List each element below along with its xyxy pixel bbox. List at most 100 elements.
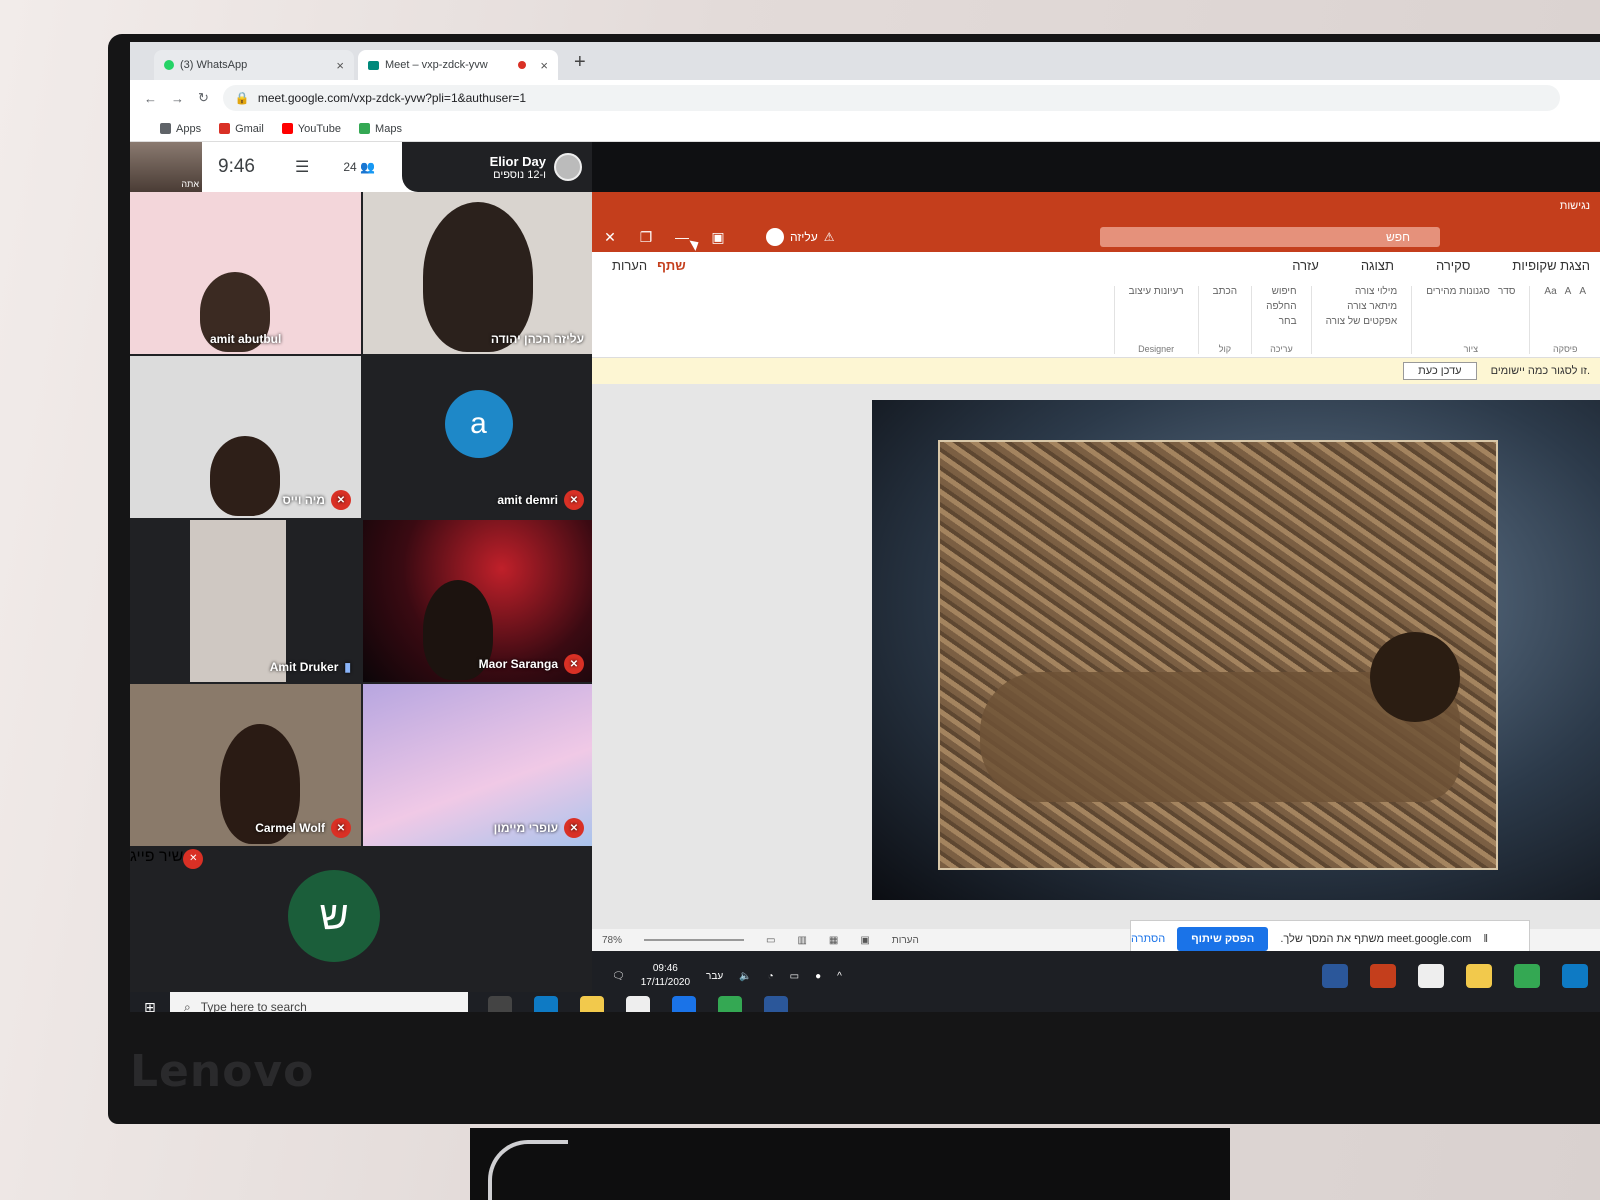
find-button[interactable]: חיפוש [1266, 286, 1297, 297]
file-explorer-icon[interactable] [1466, 964, 1492, 988]
language-indicator[interactable]: עבר [706, 971, 723, 982]
tab-help[interactable]: עזרה [1292, 258, 1319, 273]
shape-outline-button[interactable]: מיתאר צורה [1326, 301, 1397, 312]
participant-tile[interactable]: עופרי מיימון ✕ [363, 684, 594, 846]
update-now-button[interactable]: עדכן כעת [1403, 362, 1477, 380]
forward-icon[interactable]: → [171, 91, 184, 106]
participant-tile[interactable]: Amit Druker ▮ [130, 520, 361, 682]
taskbar-search-input[interactable]: ⌕ Type here to search [170, 992, 468, 1012]
bookmark-apps[interactable]: Apps [160, 123, 201, 135]
participant-tile-large[interactable]: ש שיר פייג ✕ [130, 848, 594, 1010]
photo-head [1370, 632, 1460, 722]
sorter-view-icon[interactable]: ▦ [829, 935, 838, 946]
stop-sharing-button[interactable]: הפסק שיתוף [1177, 927, 1269, 951]
participant-label: עופרי מיימון ✕ [494, 818, 584, 838]
back-icon[interactable]: ← [144, 91, 157, 106]
chrome-icon[interactable] [718, 996, 742, 1012]
participant-name: Amit Druker [269, 660, 339, 674]
tab-meet[interactable]: Meet – vxp-zdck-yvw × [358, 50, 558, 80]
tab-review[interactable]: סקירה [1436, 258, 1470, 273]
bookmark-gmail[interactable]: Gmail [219, 123, 264, 135]
tab-view[interactable]: תצוגה [1361, 258, 1394, 273]
mic-off-icon: ✕ [564, 654, 584, 674]
font-color-button[interactable]: A [1579, 286, 1586, 297]
select-button[interactable]: בחר [1266, 316, 1297, 327]
ribbon-group-paragraph: A A Aa פיסקה [1529, 286, 1600, 354]
search-placeholder: Type here to search [200, 1000, 307, 1012]
shape-fill-button[interactable]: מילוי צורה [1326, 286, 1397, 297]
close-icon[interactable]: ✕ [592, 229, 628, 246]
participants-button[interactable]: 24 👥 [343, 160, 375, 174]
close-tab-icon[interactable]: × [336, 58, 344, 73]
store-icon[interactable] [626, 996, 650, 1012]
participant-label: עליזה הכהן יהודה [491, 332, 584, 346]
participant-name: amit demri [497, 493, 558, 507]
taskbar-clock[interactable]: 09:46 17/11/2020 [641, 962, 690, 990]
tab-whatsapp[interactable]: (3) WhatsApp × [154, 50, 354, 80]
normal-view-icon[interactable]: ▣ [860, 935, 869, 946]
monitor-stand [470, 1128, 1230, 1200]
powerpoint-icon[interactable] [1370, 964, 1396, 988]
new-tab-button[interactable]: + [574, 51, 586, 74]
windows-start-icon[interactable]: ⊞ [130, 999, 170, 1013]
zoom-level[interactable]: 78% [602, 935, 622, 946]
tab-label: Meet – vxp-zdck-yvw [385, 59, 488, 71]
store-icon[interactable] [1418, 964, 1444, 988]
chat-icon[interactable]: ☰ [295, 157, 309, 177]
close-tab-icon[interactable]: × [540, 58, 548, 73]
hide-button[interactable]: הסתרה [1131, 933, 1165, 945]
shape-effects-button[interactable]: אפקטים של צורה [1326, 316, 1398, 327]
edge-icon[interactable] [534, 996, 558, 1012]
self-view[interactable]: אתה [130, 142, 202, 192]
account-button[interactable]: עליזה ⚠ [766, 228, 834, 246]
ppt-search-input[interactable]: חפש [1100, 227, 1440, 247]
participant-tile[interactable]: amit abutbul [130, 192, 361, 354]
notifications-icon[interactable]: 🗨 [612, 971, 625, 982]
task-view-icon[interactable] [488, 996, 512, 1012]
wifi-icon[interactable]: ◔ [768, 971, 774, 982]
bookmark-youtube[interactable]: YouTube [281, 123, 341, 135]
word-icon[interactable] [1322, 964, 1348, 988]
replace-button[interactable]: החלפה [1266, 301, 1296, 312]
presenter-badge[interactable]: Elior Day ו-12 נוספים [402, 142, 592, 192]
chrome-icon[interactable] [1514, 964, 1540, 988]
reload-icon[interactable]: ↻ [198, 90, 209, 106]
share-button[interactable]: שתף [657, 258, 686, 273]
monitor-brand: Lenovo [130, 1046, 315, 1097]
mic-off-icon: ✕ [564, 818, 584, 838]
participant-tile[interactable]: a amit demri ✕ [363, 356, 594, 518]
url-field[interactable]: 🔒 meet.google.com/vxp-zdck-yvw?pli=1&aut… [222, 85, 1560, 111]
dictate-button[interactable]: הכתב [1213, 286, 1237, 297]
taskbar-pinned-apps [488, 996, 788, 1012]
slideshow-view-icon[interactable]: ▭ [766, 935, 775, 946]
participant-tile[interactable]: Maor Saranga ✕ [363, 520, 594, 682]
file-explorer-icon[interactable] [580, 996, 604, 1012]
chevron-up-icon[interactable]: ^ [837, 971, 842, 982]
participant-tile[interactable]: Carmel Wolf ✕ [130, 684, 361, 846]
edge-icon[interactable] [1562, 964, 1588, 988]
reading-view-icon[interactable]: ▥ [797, 935, 806, 946]
notes-button[interactable]: הערות [892, 935, 919, 946]
arrange-button[interactable]: סדר [1498, 286, 1515, 297]
group-name: ציור [1463, 344, 1478, 354]
tab-slideshow[interactable]: הצגת שקופיות [1512, 258, 1590, 273]
design-ideas-button[interactable]: רעיונות עיצוב [1129, 286, 1184, 297]
font-size-button[interactable]: A [1565, 286, 1572, 297]
slide[interactable] [872, 400, 1600, 900]
tab-label: (3) WhatsApp [180, 59, 248, 71]
mail-icon[interactable] [672, 996, 696, 1012]
change-case-button[interactable]: Aa [1544, 286, 1556, 297]
battery-icon[interactable]: ▭ [790, 971, 799, 982]
quick-styles-button[interactable]: סגנונות מהירים [1426, 286, 1490, 297]
restore-icon[interactable]: ❐ [628, 229, 664, 246]
microphone-icon[interactable]: ● [815, 971, 821, 982]
ribbon-display-icon[interactable]: ▣ [700, 229, 736, 246]
word-icon[interactable] [764, 996, 788, 1012]
participant-tile[interactable]: מיה וייס ✕ [130, 356, 361, 518]
bookmark-maps[interactable]: Maps [359, 123, 402, 135]
comments-button[interactable]: הערות [612, 258, 647, 273]
participant-tile[interactable]: עליזה הכהן יהודה [363, 192, 594, 354]
zoom-slider[interactable] [644, 939, 745, 941]
volume-icon[interactable]: 🔈 [739, 971, 751, 982]
participant-label: שיר פייג ✕ [130, 848, 594, 869]
